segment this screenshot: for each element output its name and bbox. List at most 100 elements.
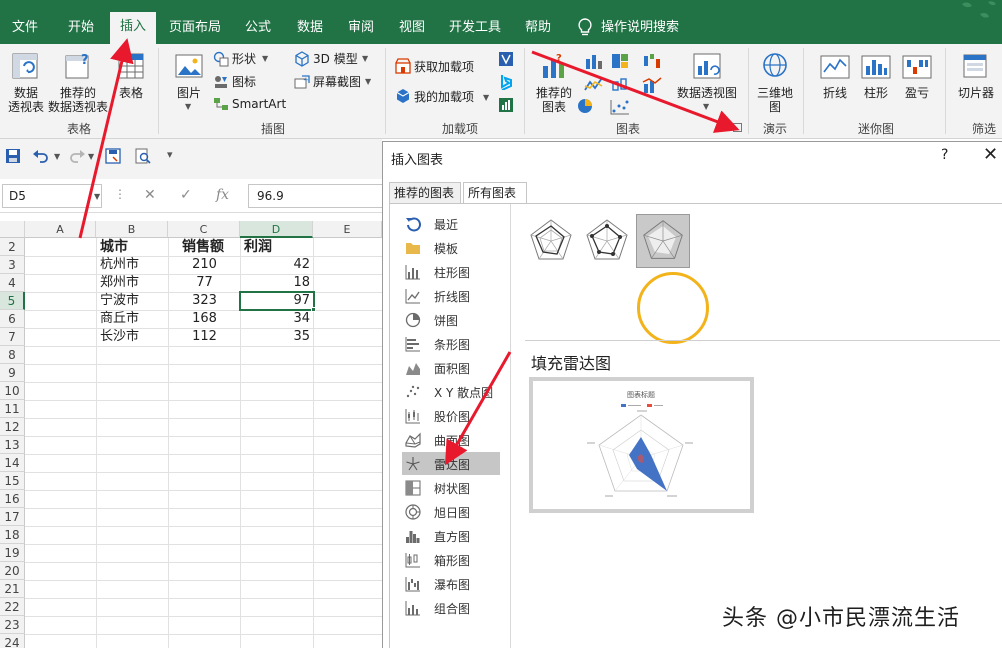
table-cell[interactable]: 168 (169, 310, 240, 328)
chevron-down-icon[interactable]: ▼ (94, 192, 100, 201)
chart-type-sunburst[interactable]: 旭日图 (402, 500, 500, 523)
tab-data[interactable]: 数据 (287, 13, 333, 44)
tab-view[interactable]: 视图 (389, 13, 435, 44)
undo-icon[interactable] (32, 148, 50, 164)
pictures-button[interactable]: 图片 (172, 86, 206, 100)
chart-preview[interactable]: 图表标题 (529, 377, 754, 513)
table-button[interactable]: 表格 (114, 86, 148, 100)
save-as-icon[interactable] (105, 148, 121, 164)
sparkline-column-button[interactable]: 柱形 (859, 86, 893, 100)
row-header[interactable]: 3 (0, 256, 25, 274)
table-cell[interactable]: 34 (241, 310, 313, 328)
header-cell[interactable]: 销售额 (179, 238, 240, 256)
table-cell[interactable]: 18 (241, 274, 313, 292)
chart-type-recent[interactable]: 最近 (402, 212, 500, 235)
chart-type-treemap[interactable]: 树状图 (402, 476, 500, 499)
row-header[interactable]: 15 (0, 472, 25, 490)
cancel-icon[interactable]: ✕ (144, 187, 156, 203)
print-preview-icon[interactable] (135, 148, 151, 164)
customize-qat-icon[interactable]: ▾ (167, 148, 173, 161)
radar-subtype-filled-icon[interactable] (636, 214, 690, 268)
tab-help[interactable]: 帮助 (515, 13, 561, 44)
chart-type-histogram[interactable]: 直方图 (402, 524, 500, 547)
pie-chart-icon[interactable] (576, 97, 594, 115)
name-box[interactable]: D5 (2, 184, 102, 208)
tab-file[interactable]: 文件 (0, 13, 50, 44)
tab-formulas[interactable]: 公式 (235, 13, 281, 44)
row-header[interactable]: 20 (0, 562, 25, 580)
chart-type-radar[interactable]: 雷达图 (402, 452, 500, 475)
save-icon[interactable] (5, 148, 21, 164)
pivot-chart-button[interactable]: 数据透视图 (674, 86, 740, 100)
row-header[interactable]: 17 (0, 508, 25, 526)
table-cell[interactable]: 商丘市 (97, 310, 168, 328)
column-chart-icon[interactable] (584, 52, 604, 70)
bing-maps-icon[interactable] (498, 74, 514, 90)
row-header[interactable]: 6 (0, 310, 25, 328)
chart-type-stock[interactable]: 股价图 (402, 404, 500, 427)
row-header-selected[interactable]: 5 (0, 292, 25, 310)
tab-review[interactable]: 审阅 (338, 13, 384, 44)
column-header[interactable]: C (168, 221, 240, 238)
waterfall-chart-icon[interactable] (642, 52, 662, 70)
recommended-charts-button[interactable]: 推荐的 图表 (534, 86, 574, 114)
slicer-button[interactable]: 切片器 (953, 86, 999, 100)
row-header[interactable]: 11 (0, 400, 25, 418)
sparkline-line-button[interactable]: 折线 (818, 86, 852, 100)
tell-me-search[interactable]: 操作说明搜索 (601, 13, 685, 44)
chart-type-scatter[interactable]: X Y 散点图 (402, 380, 500, 403)
hierarchy-chart-icon[interactable] (610, 52, 630, 70)
sparkline-winloss-button[interactable]: 盈亏 (900, 86, 934, 100)
table-cell[interactable]: 112 (169, 328, 240, 346)
my-addins-button[interactable]: 我的加载项 (414, 90, 474, 104)
visio-icon[interactable] (498, 51, 514, 67)
line-chart-icon[interactable] (584, 76, 604, 94)
pivot-table-button[interactable]: 数据 透视表 (4, 86, 48, 114)
redo-icon[interactable] (68, 148, 86, 164)
statistic-chart-icon[interactable] (610, 76, 630, 94)
chart-type-bar[interactable]: 条形图 (402, 332, 500, 355)
radar-subtype-markers-icon[interactable] (580, 214, 634, 268)
fill-handle[interactable] (311, 307, 316, 312)
table-cell[interactable]: 210 (169, 256, 240, 274)
column-header[interactable]: A (25, 221, 96, 238)
screenshot-button[interactable]: 屏幕截图 (313, 75, 361, 89)
get-addins-button[interactable]: 获取加载项 (414, 60, 474, 74)
chevron-down-icon[interactable]: ▼ (54, 152, 60, 161)
tab-recommended-charts[interactable]: 推荐的图表 (389, 182, 461, 204)
row-header[interactable]: 13 (0, 436, 25, 454)
insert-function-icon[interactable]: fx (216, 187, 229, 203)
chart-type-surface[interactable]: 曲面图 (402, 428, 500, 451)
scatter-chart-icon[interactable] (610, 99, 630, 115)
column-header[interactable]: E (313, 221, 382, 238)
chart-type-pie[interactable]: 饼图 (402, 308, 500, 331)
tab-developer[interactable]: 开发工具 (443, 13, 507, 44)
chart-type-column[interactable]: 柱形图 (402, 260, 500, 283)
chart-type-line[interactable]: 折线图 (402, 284, 500, 307)
table-cell[interactable]: 长沙市 (97, 328, 168, 346)
row-header[interactable]: 10 (0, 382, 25, 400)
people-graph-icon[interactable] (498, 97, 514, 113)
tab-home[interactable]: 开始 (55, 13, 107, 44)
row-header[interactable]: 4 (0, 274, 25, 292)
select-all-corner[interactable] (0, 221, 25, 238)
header-cell[interactable]: 利润 (241, 238, 313, 256)
header-cell[interactable]: 城市 (97, 238, 168, 256)
shapes-button[interactable]: 形状 (232, 52, 256, 66)
3d-map-button[interactable]: 三维地图 (754, 86, 796, 114)
row-header[interactable]: 19 (0, 544, 25, 562)
tab-all-charts[interactable]: 所有图表 (463, 182, 527, 204)
row-header[interactable]: 14 (0, 454, 25, 472)
column-header[interactable]: B (96, 221, 168, 238)
worksheet-grid[interactable]: A B C D E 2 3 4 5 6 7 8 9 10 11 12 13 14… (0, 221, 382, 648)
chart-type-area[interactable]: 面积图 (402, 356, 500, 379)
row-header[interactable]: 18 (0, 526, 25, 544)
row-header[interactable]: 21 (0, 580, 25, 598)
combo-chart-icon[interactable] (642, 76, 662, 94)
row-header[interactable]: 2 (0, 238, 25, 256)
chart-type-combo[interactable]: 组合图 (402, 596, 500, 619)
chart-type-templates[interactable]: 模板 (402, 236, 500, 259)
row-header[interactable]: 12 (0, 418, 25, 436)
table-cell[interactable]: 35 (241, 328, 313, 346)
table-cell[interactable]: 323 (169, 292, 240, 310)
